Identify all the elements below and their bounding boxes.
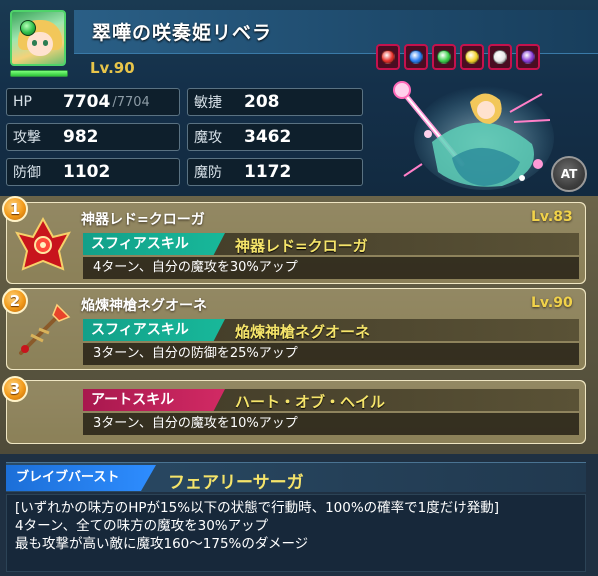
- sphere-skill-tag: スフィアスキル: [83, 233, 225, 255]
- stat-value: 7704: [63, 92, 111, 112]
- stat-label: 攻撃: [13, 130, 41, 146]
- skill-number-badge: 2: [2, 288, 28, 314]
- hp-bar-fill: [11, 71, 67, 76]
- stat-magic-attack: 魔攻 3462: [187, 123, 363, 151]
- stat-value: 208: [244, 92, 280, 112]
- dark-orb-icon[interactable]: [516, 44, 540, 70]
- skill-description: 4ターン、自分の魔攻を30%アップ: [83, 257, 579, 279]
- fire-orb-icon[interactable]: [376, 44, 400, 70]
- unit-detail-screen: 翠嘩の咲奏姫リベラ Lv.90 HP 7704 /7704 敏捷 208 攻撃 …: [0, 0, 598, 576]
- brave-burst-tag: ブレイブバースト: [6, 465, 156, 491]
- unit-header: 翠嘩の咲奏姫リベラ Lv.90 HP 7704 /7704 敏捷 208 攻撃 …: [0, 0, 598, 196]
- stat-attack: 攻撃 982: [6, 123, 180, 151]
- light-orb-icon[interactable]: [488, 44, 512, 70]
- brave-burst-line: [いずれかの味方のHPが15%以下の状態で行動時、100%の確率で1度だけ発動]: [15, 500, 500, 516]
- stat-label: 防御: [13, 165, 41, 181]
- skill-card-1[interactable]: 神器レド=クローガ Lv.83 スフィアスキル 神器レド=クローガ 4ターン、自…: [6, 202, 586, 284]
- stat-value: 1172: [244, 162, 292, 182]
- stat-label: HP: [13, 94, 32, 110]
- skill-card-3[interactable]: アートスキル ハート・オブ・ヘイル 3ターン、自分の魔攻を10%アップ: [6, 380, 586, 444]
- brave-burst-line: 4ターン、全ての味方の魔攻を30%アップ: [15, 518, 269, 534]
- brave-burst-section: ブレイブバースト フェアリーサーガ [いずれかの味方のHPが15%以下の状態で行…: [0, 454, 598, 576]
- stat-label: 魔攻: [194, 130, 222, 146]
- thunder-orb-icon[interactable]: [460, 44, 484, 70]
- water-orb-icon[interactable]: [404, 44, 428, 70]
- stat-max: /7704: [112, 94, 150, 110]
- art-skill-tag: アートスキル: [83, 389, 225, 411]
- stat-value: 1102: [63, 162, 111, 182]
- character-full-art[interactable]: [392, 72, 560, 192]
- earth-element-icon: [20, 20, 36, 36]
- skill-level: Lv.90: [531, 295, 573, 311]
- brave-burst-header[interactable]: ブレイブバースト フェアリーサーガ: [6, 462, 586, 493]
- stat-label: 敏捷: [194, 95, 222, 111]
- red-crown-icon: [15, 216, 71, 271]
- unit-portrait[interactable]: [10, 10, 66, 66]
- skill-number-badge: 1: [2, 196, 28, 222]
- sphere-skill-tag: スフィアスキル: [83, 319, 225, 341]
- skill-name: 焔煉神槍ネグオーネ: [81, 298, 207, 314]
- brave-burst-description: [いずれかの味方のHPが15%以下の状態で行動時、100%の確率で1度だけ発動]…: [6, 494, 586, 572]
- unit-level: Lv.90: [90, 59, 135, 77]
- skill-title: 神器レド=クローガ: [235, 237, 368, 255]
- stat-value: 982: [63, 127, 99, 147]
- skill-level: Lv.83: [531, 209, 573, 225]
- stat-agility: 敏捷 208: [187, 88, 363, 116]
- stat-value: 3462: [244, 127, 292, 147]
- skill-card-2[interactable]: 焔煉神槍ネグオーネ Lv.90 スフィアスキル 焔煉神槍ネグオーネ 3ターン、自…: [6, 288, 586, 370]
- unit-name: 翠嘩の咲奏姫リベラ: [92, 22, 273, 44]
- brave-burst-title: フェアリーサーガ: [168, 473, 304, 493]
- stat-defense: 防御 1102: [6, 158, 180, 186]
- stat-magic-defense: 魔防 1172: [187, 158, 363, 186]
- stat-label: 魔防: [194, 165, 222, 181]
- skill-description: 3ターン、自分の防御を25%アップ: [83, 343, 579, 365]
- sphere-orb-row: [376, 44, 540, 70]
- hp-bar: [10, 70, 68, 77]
- stat-hp: HP 7704 /7704: [6, 88, 180, 116]
- skill-number-badge: 3: [2, 376, 28, 402]
- earth-orb-icon[interactable]: [432, 44, 456, 70]
- skill-description: 3ターン、自分の魔攻を10%アップ: [83, 413, 579, 435]
- skill-title: 焔煉神槍ネグオーネ: [235, 323, 371, 341]
- auto-target-button[interactable]: AT: [551, 156, 587, 192]
- skill-name: 神器レド=クローガ: [81, 212, 205, 228]
- skill-title: ハート・オブ・ヘイル: [235, 393, 386, 411]
- brave-burst-line: 最も攻撃が高い敵に魔攻160～175%のダメージ: [15, 536, 309, 552]
- skills-panel: 神器レド=クローガ Lv.83 スフィアスキル 神器レド=クローガ 4ターン、自…: [0, 196, 598, 454]
